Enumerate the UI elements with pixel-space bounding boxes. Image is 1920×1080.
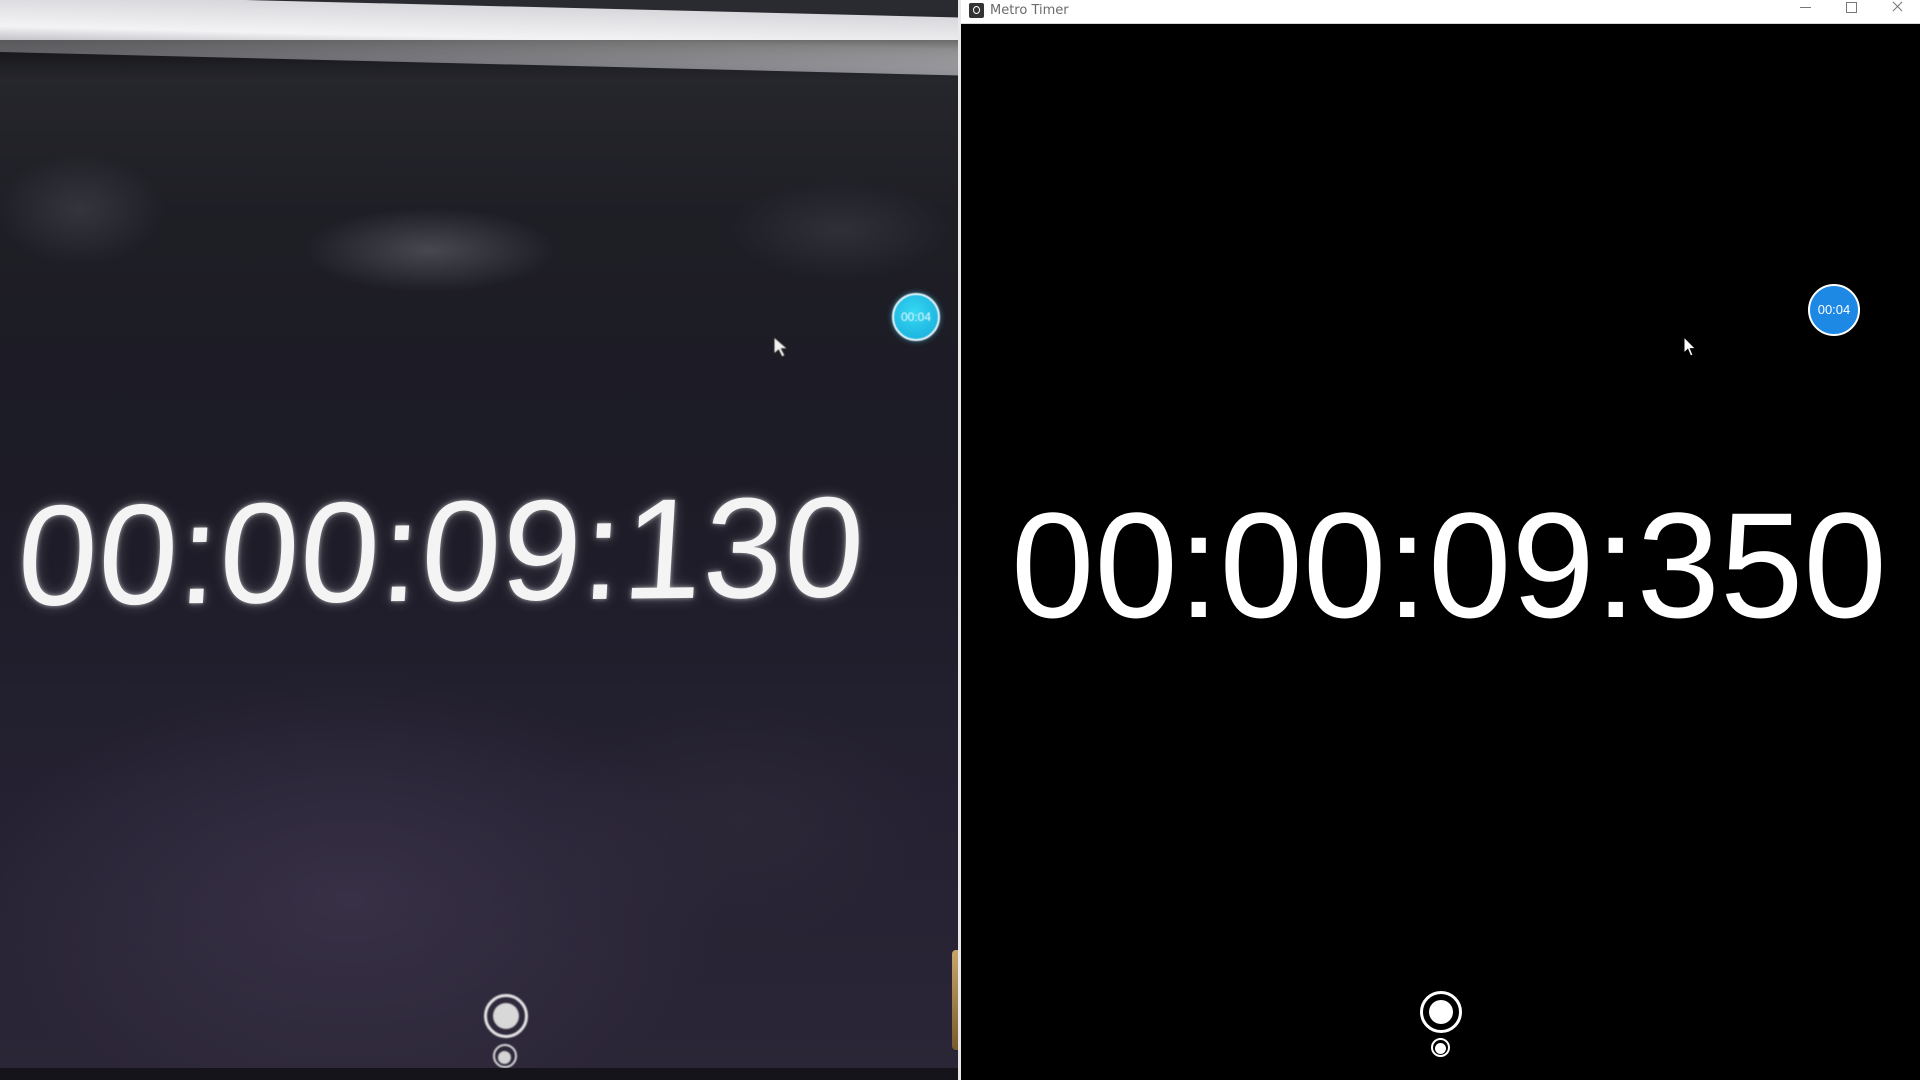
screen: 00:04 00:00:09:130 Metro Timer 00:04 00:… xyxy=(0,0,1920,1080)
title-bar[interactable]: Metro Timer xyxy=(961,0,1920,24)
photo-record-icon xyxy=(484,994,528,1038)
stopwatch-icon xyxy=(969,3,984,18)
timer-display: 00:00:09:350 xyxy=(1011,481,1887,649)
photo-timer-display: 00:00:09:130 xyxy=(13,468,870,637)
record-button[interactable] xyxy=(1420,991,1462,1033)
photo-mouse-cursor-icon xyxy=(773,336,789,358)
close-button[interactable] xyxy=(1874,0,1920,23)
photo-bottom-strip xyxy=(0,1068,960,1080)
lap-button[interactable] xyxy=(1431,1038,1450,1057)
maximize-button[interactable] xyxy=(1828,0,1874,23)
minimize-button[interactable] xyxy=(1782,0,1828,23)
mouse-cursor-icon xyxy=(1683,336,1697,357)
metro-timer-window: Metro Timer 00:04 00:00:09:350 xyxy=(961,0,1920,1080)
photo-split-badge: 00:04 xyxy=(892,293,940,341)
photo-lap-icon xyxy=(493,1044,517,1068)
camera-photo: 00:04 00:00:09:130 xyxy=(0,0,960,1080)
split-time-badge[interactable]: 00:04 xyxy=(1808,284,1860,336)
bezel-shadow xyxy=(0,40,960,80)
window-title: Metro Timer xyxy=(990,3,1069,18)
